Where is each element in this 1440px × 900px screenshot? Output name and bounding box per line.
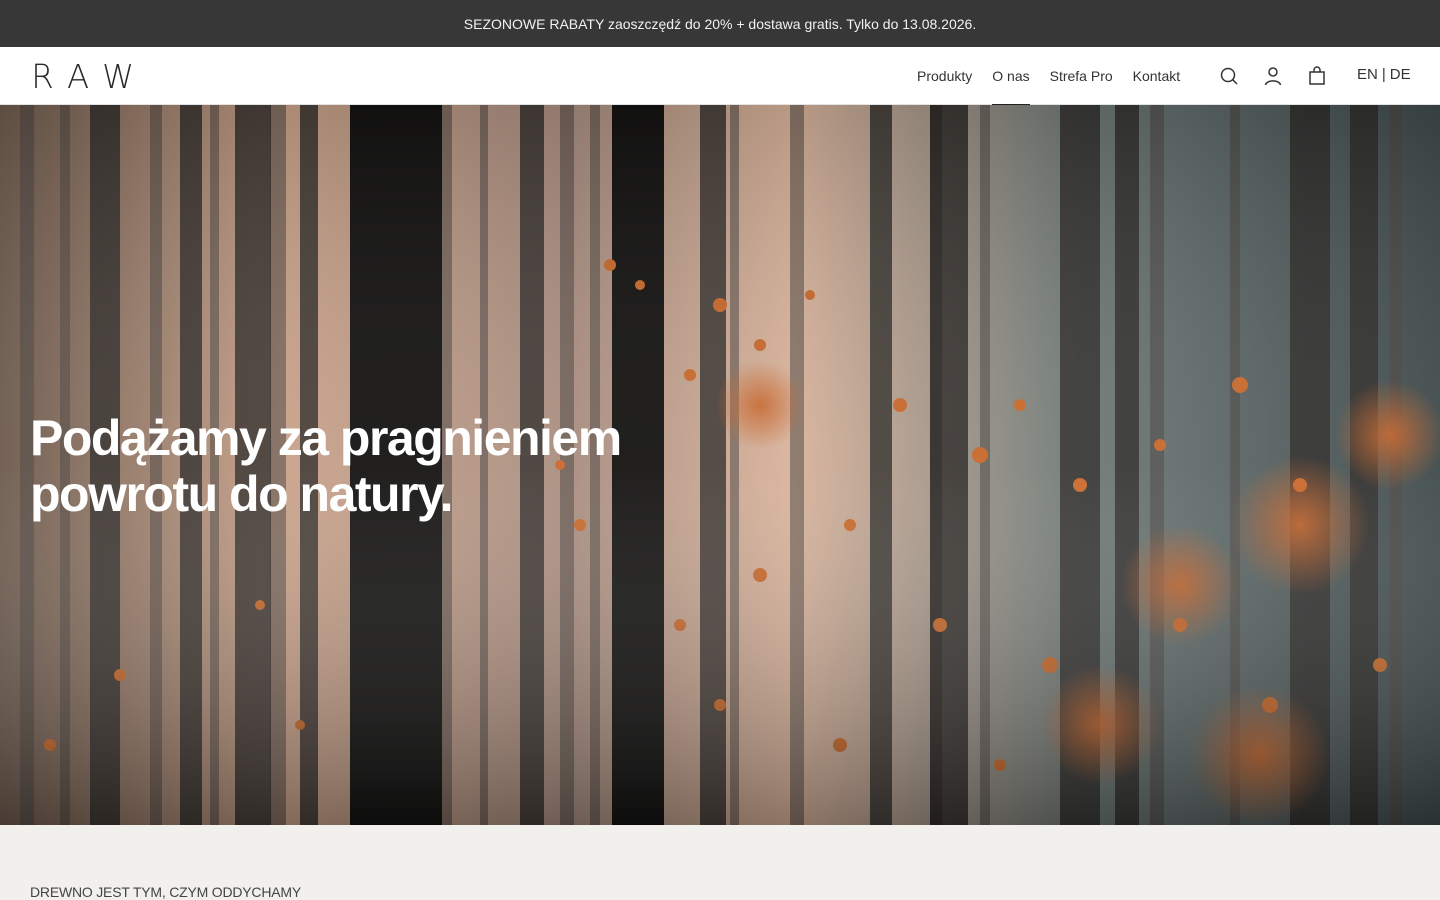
nav-item-kontakt[interactable]: Kontakt (1133, 47, 1180, 105)
lang-en[interactable]: EN (1357, 66, 1378, 83)
logo[interactable]: RAW (31, 57, 149, 96)
main-nav: Produkty O nas Strefa Pro Kontakt (917, 47, 1200, 106)
promo-bar: SEZONOWE RABATY zaoszczędź do 20% + dost… (0, 0, 1440, 47)
site-header: RAW Produkty O nas Strefa Pro Kontakt EN… (0, 47, 1440, 106)
section-label: DREWNO JEST TYM, CZYM ODDYCHAMY (30, 884, 301, 900)
hero-banner: Podążamy za pragnieniem powrotu do natur… (0, 105, 1440, 825)
search-icon[interactable] (1217, 64, 1241, 88)
promo-text: SEZONOWE RABATY zaoszczędź do 20% + dost… (463, 15, 977, 32)
language-switcher: EN | DE (1357, 66, 1411, 83)
lang-separator: | (1381, 66, 1386, 83)
hero-title: Podążamy za pragnieniem powrotu do natur… (30, 410, 730, 522)
nav-item-strefa-pro[interactable]: Strefa Pro (1050, 47, 1113, 105)
hero-title-line-1: Podążamy za pragnieniem (30, 410, 622, 466)
nav-item-produkty[interactable]: Produkty (917, 47, 972, 105)
nav-item-o-nas[interactable]: O nas (992, 47, 1030, 106)
hero-title-line-2: powrotu do natury. (30, 466, 454, 522)
cart-icon[interactable] (1305, 64, 1329, 88)
account-icon[interactable] (1261, 64, 1285, 88)
lang-de[interactable]: DE (1390, 66, 1411, 83)
